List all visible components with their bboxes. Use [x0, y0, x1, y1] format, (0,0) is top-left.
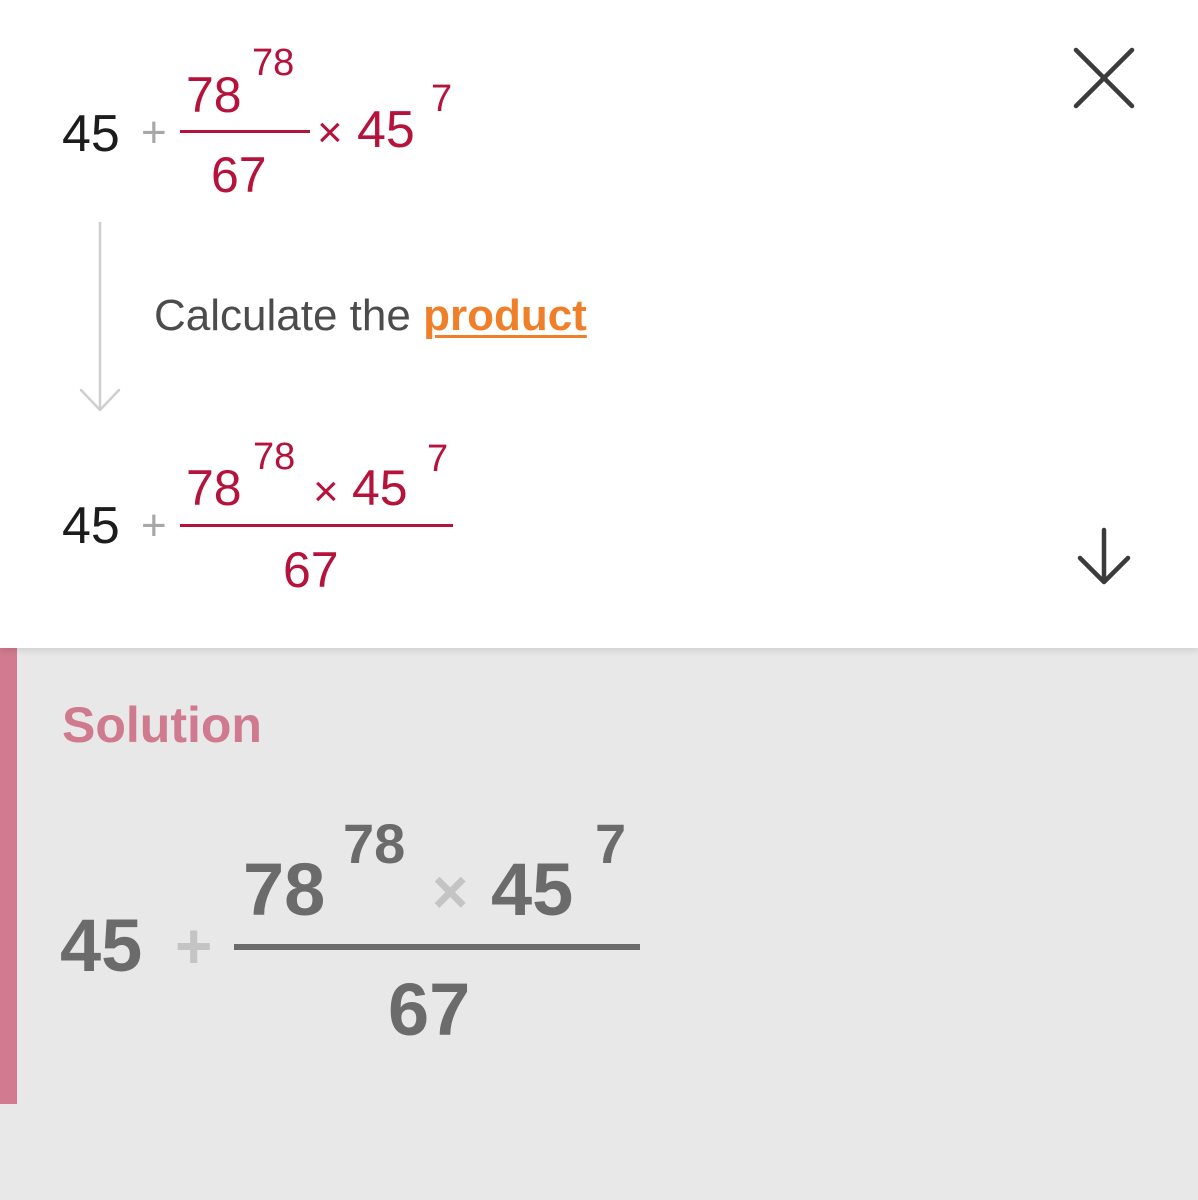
expr-plus: +: [175, 910, 213, 982]
close-button[interactable]: [1068, 44, 1140, 116]
expr-denominator: 67: [388, 968, 471, 1051]
flow-arrow-icon: [79, 222, 121, 412]
expr-denominator: 67: [211, 147, 267, 203]
expr-numerator-exponent: 78: [343, 812, 406, 875]
step-instruction: Calculate the product: [154, 294, 587, 338]
fraction-bar: [180, 130, 310, 133]
expr-numerator-base: 78: [186, 460, 242, 516]
expr-factor-base: 45: [357, 101, 415, 159]
expr-factor-base: 45: [352, 460, 408, 516]
step-card: 45 + 78 78 67 × 45 7 Calculate the produ…: [0, 0, 1198, 648]
solution-accent-bar: [0, 648, 17, 1104]
close-icon: [1073, 47, 1135, 109]
instruction-text: Calculate the: [154, 291, 424, 340]
expr-factor-base: 45: [491, 848, 574, 931]
expr-times: ×: [317, 108, 343, 157]
step-explanation-screen: 45 + 78 78 67 × 45 7 Calculate the produ…: [0, 0, 1198, 1200]
fraction-bar: [180, 524, 453, 527]
solution-title: Solution: [62, 697, 262, 753]
expr-factor-exponent: 7: [427, 438, 449, 480]
show-next-step-button[interactable]: [1074, 524, 1134, 588]
arrow-down-icon: [1077, 527, 1131, 585]
expr-whole: 45: [62, 105, 120, 163]
expr-whole: 45: [62, 497, 120, 555]
expr-plus: +: [141, 501, 167, 550]
expr-numerator-base: 78: [243, 848, 326, 931]
expr-plus: +: [141, 108, 167, 157]
product-link[interactable]: product: [423, 291, 587, 340]
fraction-bar: [234, 944, 640, 950]
expr-factor-exponent: 7: [595, 812, 627, 875]
expr-numerator-base: 78: [186, 67, 242, 123]
expr-numerator-exponent: 78: [252, 42, 295, 84]
expr-denominator: 67: [283, 542, 339, 598]
expr-numerator-exponent: 78: [253, 436, 296, 478]
expr-factor-exponent: 7: [431, 78, 453, 120]
expr-whole: 45: [60, 904, 143, 987]
expr-times: ×: [313, 467, 339, 516]
expr-times: ×: [432, 858, 469, 927]
